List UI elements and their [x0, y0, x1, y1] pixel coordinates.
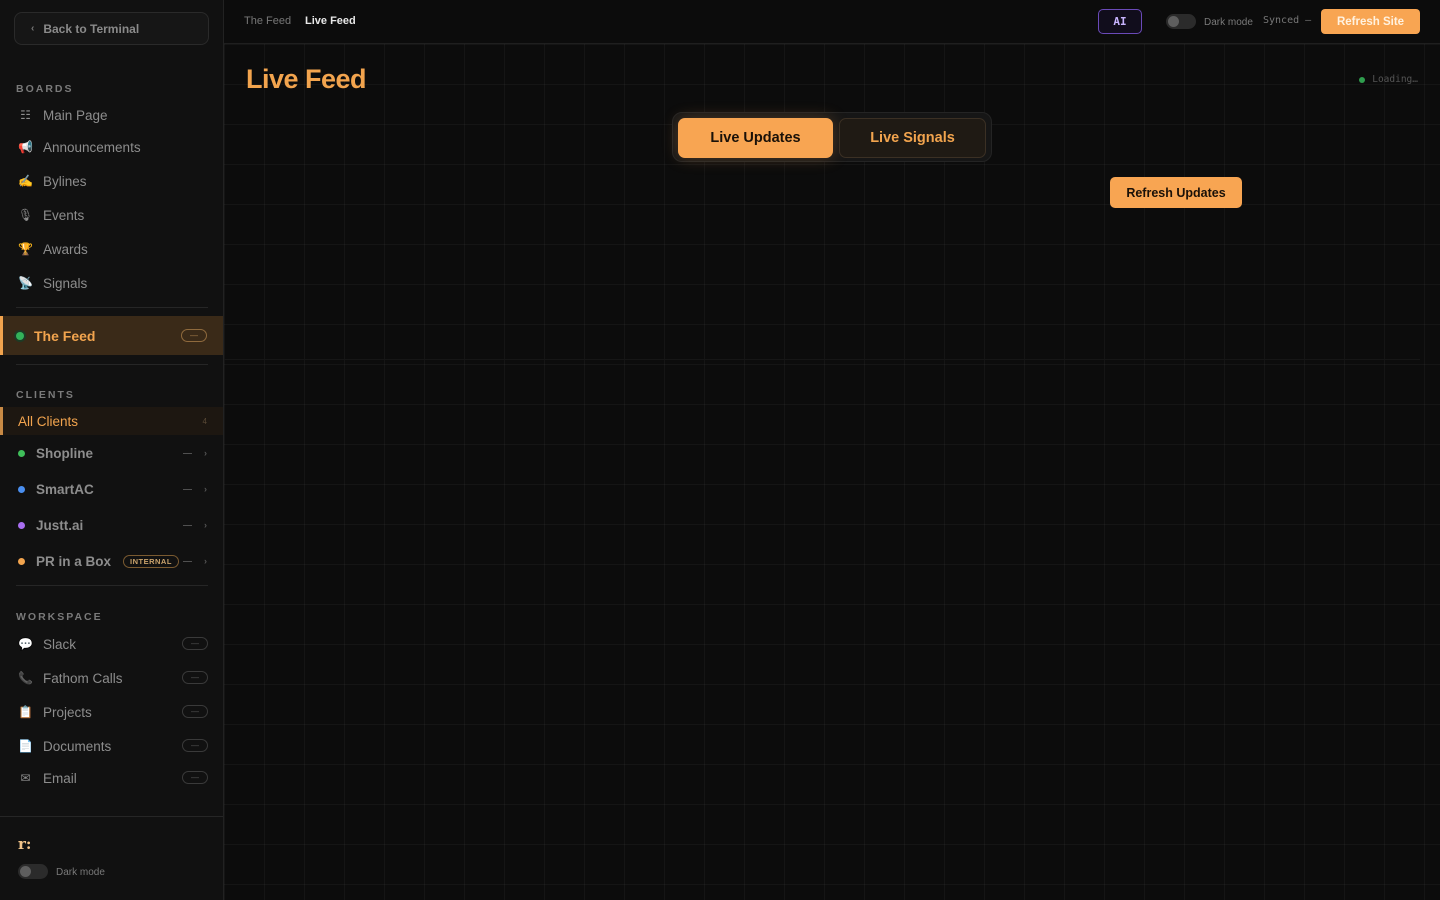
document-icon: 📄: [18, 739, 33, 753]
divider: [16, 364, 208, 365]
sidebar-item-all-clients[interactable]: All Clients 4: [0, 407, 223, 435]
trophy-icon: 🏆: [18, 242, 33, 256]
sidebar-item-label: Awards: [43, 241, 88, 257]
chat-bubble-icon: 💬: [18, 637, 33, 651]
count-pill: —: [182, 739, 208, 752]
ai-button[interactable]: AI: [1098, 9, 1142, 34]
client-color-dot: [18, 449, 25, 457]
feed-count-pill: —: [181, 329, 207, 342]
client-color-dot: [18, 485, 25, 493]
sidebar-client-justt-ai[interactable]: Justt.ai — ›: [16, 512, 208, 538]
chevron-left-icon: ‹: [31, 23, 35, 34]
sidebar-item-label: All Clients: [18, 413, 79, 429]
count-pill: —: [182, 671, 208, 684]
divider: [16, 307, 208, 308]
sidebar-item-label: Projects: [43, 704, 92, 720]
sidebar-item-awards[interactable]: 🏆 Awards: [16, 236, 208, 262]
loading-indicator: Loading…: [1359, 74, 1418, 85]
chevron-right-icon[interactable]: ›: [204, 448, 207, 458]
loading-label: Loading…: [1372, 74, 1418, 85]
sidebar-item-email[interactable]: ✉ Email —: [16, 765, 208, 791]
sidebar-item-announcements[interactable]: 📢 Announcements: [16, 134, 208, 160]
sidebar-item-events[interactable]: 🎙 Events: [16, 202, 208, 228]
sidebar-item-label: Slack: [43, 636, 77, 652]
back-to-terminal-button[interactable]: ‹ Back to Terminal: [14, 12, 209, 45]
sidebar-item-projects[interactable]: 📋 Projects —: [16, 699, 208, 725]
chevron-right-icon[interactable]: ›: [204, 520, 207, 530]
page-title: Live Feed: [246, 64, 367, 94]
sidebar-item-label: Signals: [43, 275, 88, 291]
client-status: —: [183, 520, 192, 530]
count-pill: —: [182, 771, 208, 784]
chevron-right-icon[interactable]: ›: [204, 484, 207, 494]
sidebar-item-label: Fathom Calls: [43, 670, 123, 686]
pen-icon: ✍: [18, 174, 33, 188]
sidebar-item-main-page[interactable]: ☷ Main Page: [16, 102, 208, 128]
sidebar-item-documents[interactable]: 📄 Documents —: [16, 733, 208, 759]
client-label: Justt.ai: [36, 517, 84, 533]
sidebar-item-the-feed[interactable]: The Feed —: [0, 316, 223, 355]
divider: [224, 359, 1420, 360]
client-status: —: [183, 448, 192, 458]
back-to-terminal-label: Back to Terminal: [43, 21, 140, 36]
boards-section-title: BOARDS: [16, 83, 74, 95]
megaphone-icon: 📢: [18, 140, 33, 154]
sidebar-item-label: Main Page: [43, 107, 108, 123]
sidebar-client-shopline[interactable]: Shopline — ›: [16, 440, 208, 466]
breadcrumb-current: Live Feed: [305, 15, 356, 27]
feed-tabs: Live Updates Live Signals: [672, 112, 992, 162]
satellite-icon: 📡: [18, 276, 33, 290]
client-label: SmartAC: [36, 481, 94, 497]
envelope-icon: ✉: [20, 771, 31, 785]
status-dot: [1359, 76, 1366, 83]
tab-live-signals[interactable]: Live Signals: [839, 118, 986, 158]
internal-badge: INTERNAL: [123, 554, 179, 568]
count-pill: —: [182, 637, 208, 650]
workspace-section-title: WORKSPACE: [16, 611, 103, 623]
dark-mode-label: Dark mode: [56, 867, 105, 878]
brand-logo: r:: [18, 835, 32, 853]
divider: [16, 585, 208, 586]
dark-mode-toggle[interactable]: [18, 864, 48, 879]
breadcrumb-parent[interactable]: The Feed: [244, 15, 291, 27]
sidebar-item-signals[interactable]: 📡 Signals: [16, 270, 208, 296]
top-bar: The Feed Live Feed AI Dark mode Synced —…: [224, 0, 1440, 44]
sidebar-item-bylines[interactable]: ✍ Bylines: [16, 168, 208, 194]
divider: [0, 816, 223, 817]
count-pill: —: [182, 705, 208, 718]
refresh-site-button[interactable]: Refresh Site: [1321, 9, 1420, 34]
sidebar-item-slack[interactable]: 💬 Slack —: [16, 631, 208, 657]
main-content: Live Feed Loading… Live Updates Live Sig…: [224, 44, 1440, 900]
microphone-icon: 🎙: [17, 208, 34, 222]
sidebar-item-label: The Feed: [34, 327, 96, 344]
sidebar-client-pr-in-a-box[interactable]: PR in a Box INTERNAL — ›: [16, 548, 208, 574]
refresh-updates-button[interactable]: Refresh Updates: [1110, 177, 1242, 208]
tab-live-updates[interactable]: Live Updates: [678, 118, 833, 158]
client-label: PR in a Box: [36, 553, 112, 569]
client-count: 4: [202, 416, 207, 426]
phone-icon: 📞: [18, 671, 33, 685]
sync-status: Synced —: [1263, 15, 1312, 26]
live-status-dot: [16, 331, 24, 340]
sidebar-item-label: Events: [43, 207, 85, 223]
sidebar-item-label: Documents: [43, 738, 112, 754]
sidebar-item-label: Email: [43, 770, 77, 786]
sidebar: ‹ Back to Terminal BOARDS ☷ Main Page 📢 …: [0, 0, 224, 900]
sidebar-client-smartac[interactable]: SmartAC — ›: [16, 476, 208, 502]
client-color-dot: [18, 557, 25, 565]
grid-icon: ☷: [20, 108, 31, 122]
client-status: —: [183, 556, 192, 566]
sidebar-item-fathom-calls[interactable]: 📞 Fathom Calls —: [16, 665, 208, 691]
dark-mode-label: Dark mode: [1204, 17, 1253, 28]
sidebar-item-label: Announcements: [43, 139, 141, 155]
client-status: —: [183, 484, 192, 494]
sidebar-item-label: Bylines: [43, 173, 87, 189]
dark-mode-toggle[interactable]: [1166, 14, 1196, 29]
clipboard-icon: 📋: [18, 705, 33, 719]
clients-section-title: CLIENTS: [16, 389, 75, 401]
client-label: Shopline: [36, 445, 93, 461]
client-color-dot: [18, 521, 25, 529]
chevron-right-icon[interactable]: ›: [204, 556, 207, 566]
